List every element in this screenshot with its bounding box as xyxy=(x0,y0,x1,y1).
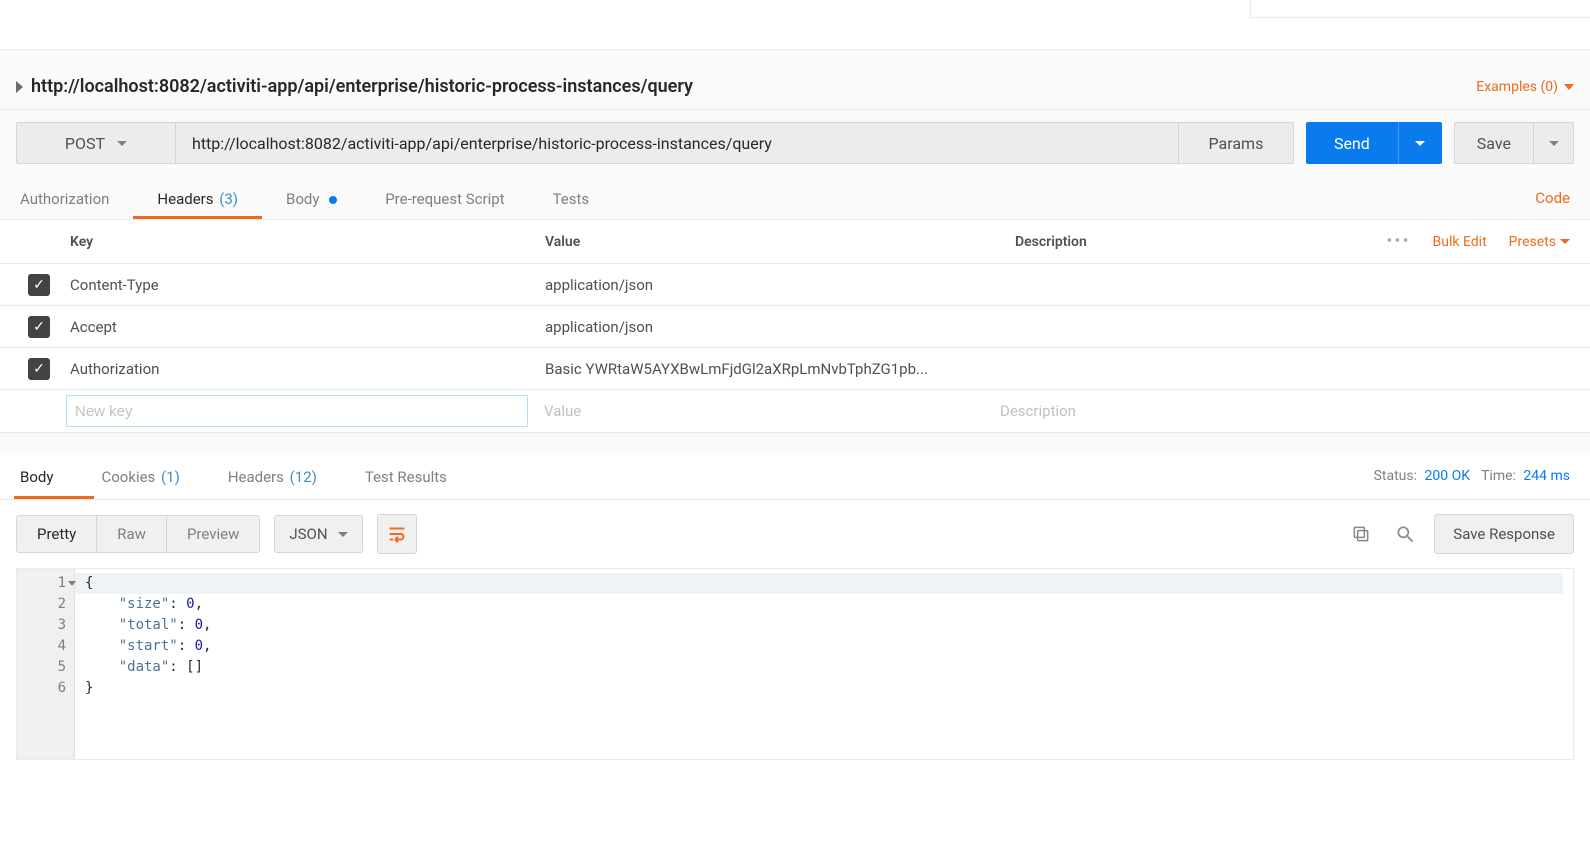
column-description: Description xyxy=(1015,234,1386,250)
send-button[interactable]: Send xyxy=(1306,122,1398,164)
chevron-down-icon xyxy=(1549,141,1559,146)
check-icon: ✓ xyxy=(33,278,45,292)
new-key-input[interactable] xyxy=(66,395,528,427)
code-line: "data": [] xyxy=(85,657,1563,678)
presets-dropdown[interactable]: Presets xyxy=(1509,234,1570,250)
response-status: Status: 200 OK xyxy=(1374,468,1470,484)
header-row[interactable]: ✓ AuthorizationBasic YWRtaW5AYXBwLmFjdGl2… xyxy=(0,348,1590,390)
row-checkbox[interactable]: ✓ xyxy=(28,274,50,296)
method-select[interactable]: POST xyxy=(16,122,176,164)
headers-count: (3) xyxy=(219,190,238,208)
tab-prerequest[interactable]: Pre-request Script xyxy=(361,178,528,218)
wrap-icon xyxy=(386,523,408,545)
new-description-placeholder[interactable]: Description xyxy=(998,402,1590,420)
chevron-down-icon xyxy=(1564,84,1574,90)
params-button[interactable]: Params xyxy=(1179,122,1294,164)
language-select[interactable]: JSON xyxy=(274,515,362,553)
code-line: } xyxy=(85,678,1563,699)
code-line: "total": 0, xyxy=(85,615,1563,636)
save-button[interactable]: Save xyxy=(1454,122,1534,164)
save-dropdown[interactable] xyxy=(1534,122,1574,164)
section-divider xyxy=(0,432,1590,452)
header-value[interactable]: application/json xyxy=(545,276,1015,294)
tab-body[interactable]: Body xyxy=(262,178,361,218)
top-bar xyxy=(0,0,1590,50)
line-gutter: 123456 xyxy=(17,569,75,759)
bulk-edit-link[interactable]: Bulk Edit xyxy=(1433,234,1487,250)
check-icon: ✓ xyxy=(33,320,45,334)
code-link[interactable]: Code xyxy=(1535,189,1570,207)
code-line: "size": 0, xyxy=(85,594,1563,615)
examples-label: Examples (0) xyxy=(1476,79,1558,95)
chevron-down-icon xyxy=(1415,141,1425,146)
code-content: { "size": 0, "total": 0, "start": 0, "da… xyxy=(75,569,1573,759)
chevron-down-icon xyxy=(117,141,127,146)
resp-tab-cookies[interactable]: Cookies (1) xyxy=(77,454,203,498)
tab-tests[interactable]: Tests xyxy=(529,178,614,218)
response-body-editor[interactable]: 123456 { "size": 0, "total": 0, "start":… xyxy=(16,568,1574,760)
view-mode-group: Pretty Raw Preview xyxy=(16,515,260,553)
method-value: POST xyxy=(65,134,105,153)
header-key[interactable]: Accept xyxy=(70,318,545,336)
header-row[interactable]: ✓ Acceptapplication/json xyxy=(0,306,1590,348)
search-icon xyxy=(1395,524,1415,544)
cookies-count: (1) xyxy=(161,468,180,486)
save-response-button[interactable]: Save Response xyxy=(1434,514,1574,554)
wrap-lines-button[interactable] xyxy=(377,514,417,554)
view-pretty-button[interactable]: Pretty xyxy=(17,516,96,552)
view-raw-button[interactable]: Raw xyxy=(96,516,166,552)
header-key[interactable]: Authorization xyxy=(70,360,545,378)
expand-icon[interactable] xyxy=(16,81,23,93)
send-dropdown[interactable] xyxy=(1398,122,1442,164)
tab-authorization[interactable]: Authorization xyxy=(20,178,133,218)
view-preview-button[interactable]: Preview xyxy=(166,516,259,552)
copy-icon xyxy=(1351,524,1371,544)
resp-tab-body[interactable]: Body xyxy=(20,454,77,498)
chevron-down-icon xyxy=(338,532,348,537)
chevron-down-icon xyxy=(1560,239,1570,244)
code-line: { xyxy=(75,573,1563,594)
more-icon[interactable]: ••• xyxy=(1386,231,1410,252)
check-icon: ✓ xyxy=(33,362,45,376)
examples-dropdown[interactable]: Examples (0) xyxy=(1476,79,1574,95)
response-time: Time: 244 ms xyxy=(1481,468,1570,484)
search-button[interactable] xyxy=(1390,519,1420,549)
resp-tab-test-results[interactable]: Test Results xyxy=(341,454,471,498)
modified-dot-icon xyxy=(329,196,337,204)
code-line: "start": 0, xyxy=(85,636,1563,657)
header-value[interactable]: application/json xyxy=(545,318,1015,336)
row-checkbox[interactable]: ✓ xyxy=(28,358,50,380)
tab-headers[interactable]: Headers (3) xyxy=(133,178,262,218)
column-key: Key xyxy=(70,234,545,250)
resp-headers-count: (12) xyxy=(290,468,317,486)
header-value[interactable]: Basic YWRtaW5AYXBwLmFjdGl2aXRpLmNvbTphZG… xyxy=(545,360,1015,378)
request-title: http://localhost:8082/activiti-app/api/e… xyxy=(31,76,693,97)
url-input[interactable]: http://localhost:8082/activiti-app/api/e… xyxy=(176,122,1179,164)
header-key[interactable]: Content-Type xyxy=(70,276,545,294)
fold-icon[interactable] xyxy=(68,581,76,586)
headers-table: Key Value Description ••• Bulk Edit Pres… xyxy=(0,220,1590,432)
column-value: Value xyxy=(545,234,1015,250)
side-panel-edge xyxy=(1250,0,1590,18)
resp-tab-headers[interactable]: Headers (12) xyxy=(204,454,341,498)
header-row[interactable]: ✓ Content-Typeapplication/json xyxy=(0,264,1590,306)
new-value-placeholder[interactable]: Value xyxy=(528,402,998,420)
url-value: http://localhost:8082/activiti-app/api/e… xyxy=(192,134,772,153)
copy-button[interactable] xyxy=(1346,519,1376,549)
row-checkbox[interactable]: ✓ xyxy=(28,316,50,338)
